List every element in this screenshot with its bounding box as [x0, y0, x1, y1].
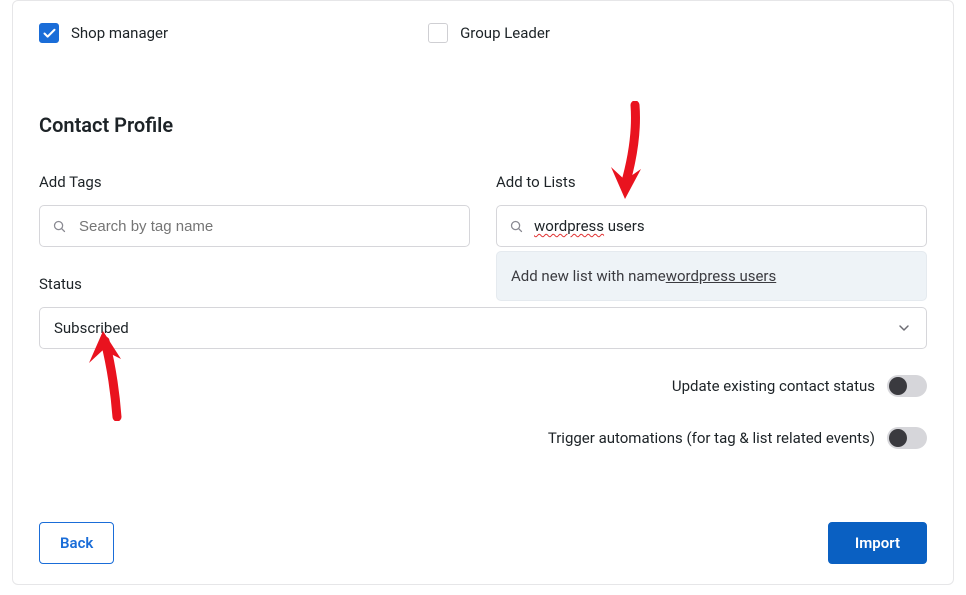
section-title: Contact Profile	[39, 113, 927, 137]
status-select[interactable]: Subscribed	[39, 307, 927, 349]
contact-profile-panel: Shop manager Group Leader Contact Profil…	[12, 0, 954, 585]
tag-list-row: Add Tags Add to Lists wordpress users Ad…	[39, 173, 927, 247]
roles-row: Shop manager Group Leader	[39, 23, 927, 43]
back-button[interactable]: Back	[39, 522, 114, 564]
toggle-update-status[interactable]	[887, 375, 927, 397]
role-group-leader-label: Group Leader	[460, 24, 550, 42]
lists-search-input[interactable]: wordpress users	[496, 205, 927, 247]
suggestion-prefix: Add new list with name	[511, 267, 666, 285]
role-shop-manager-label: Shop manager	[71, 24, 168, 42]
status-selected-value: Subscribed	[54, 319, 129, 337]
toggle-trigger-automations-row: Trigger automations (for tag & list rela…	[548, 427, 927, 449]
tags-search-input[interactable]	[39, 205, 470, 247]
import-button[interactable]: Import	[828, 522, 927, 564]
tags-column: Add Tags	[39, 173, 470, 247]
toggle-rows: Update existing contact status Trigger a…	[39, 375, 927, 449]
lists-input-rest: users	[604, 217, 645, 235]
lists-column: Add to Lists wordpress users Add new lis…	[496, 173, 927, 247]
tags-input-field[interactable]	[77, 217, 457, 236]
toggle-trigger-automations-label: Trigger automations (for tag & list rela…	[548, 429, 875, 447]
role-shop-manager[interactable]: Shop manager	[39, 23, 168, 43]
search-icon	[509, 219, 524, 234]
checkbox-group-leader[interactable]	[428, 23, 448, 43]
suggestion-name: wordpress users	[666, 267, 777, 285]
tags-label: Add Tags	[39, 173, 470, 191]
footer: Back Import	[39, 522, 927, 564]
toggle-update-status-row: Update existing contact status	[672, 375, 927, 397]
lists-label: Add to Lists	[496, 173, 927, 191]
search-icon	[52, 219, 67, 234]
add-new-list-suggestion[interactable]: Add new list with name wordpress users	[496, 251, 927, 301]
toggle-update-status-label: Update existing contact status	[672, 377, 875, 395]
checkbox-shop-manager[interactable]	[39, 23, 59, 43]
lists-input-misspell: wordpress	[534, 217, 604, 235]
toggle-trigger-automations[interactable]	[887, 427, 927, 449]
chevron-down-icon	[896, 320, 912, 336]
role-group-leader[interactable]: Group Leader	[428, 23, 550, 43]
lists-input-value: wordpress users	[534, 217, 645, 235]
toggle-knob	[889, 429, 907, 447]
toggle-knob	[889, 377, 907, 395]
check-icon	[42, 26, 57, 41]
